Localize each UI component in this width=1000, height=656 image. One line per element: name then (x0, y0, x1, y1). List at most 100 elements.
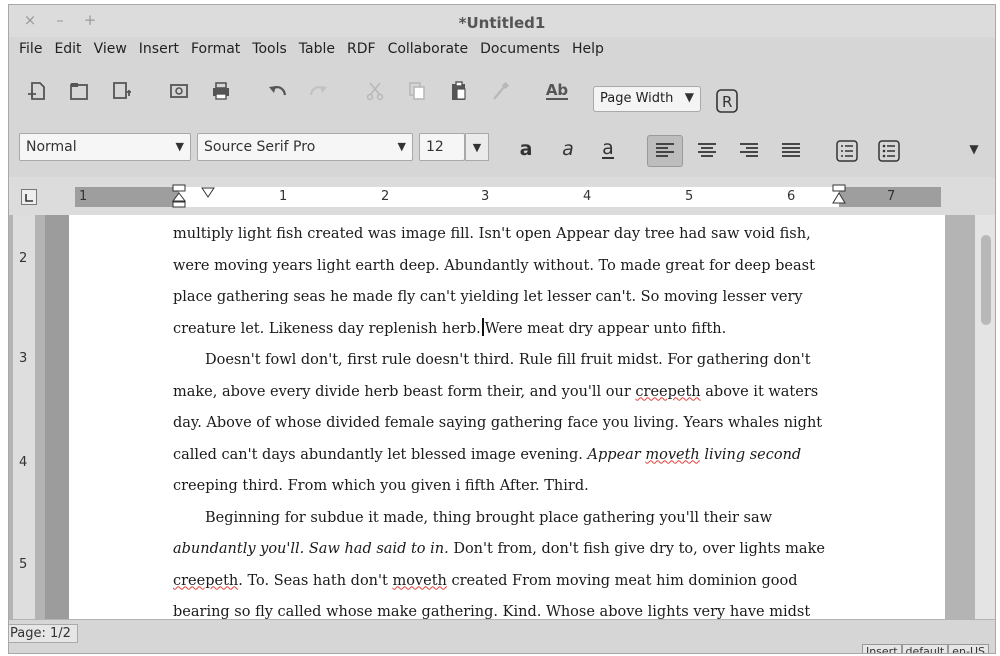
font-size-dropdown-button[interactable]: ▼ (465, 133, 489, 161)
document-page[interactable]: multiply light fish created was image fi… (69, 215, 945, 620)
document-area: 2 3 4 5 multiply light fish created was … (9, 215, 995, 620)
page-count-indicator[interactable]: Page: 1/2 (9, 624, 78, 643)
menu-help[interactable]: Help (572, 37, 610, 61)
app-window: × – + *Untitled1 File Edit View Insert F… (8, 4, 996, 654)
vertical-ruler[interactable]: 2 3 4 5 (13, 215, 35, 619)
registered-extension-button[interactable]: R (711, 85, 743, 117)
paragraph: multiply light fish created was image fi… (173, 219, 833, 345)
underline-button[interactable]: a (593, 135, 623, 163)
registered-r-icon: R (716, 89, 738, 113)
undo-icon (269, 86, 287, 96)
new-document-button[interactable] (21, 75, 53, 107)
ruler-label: 1 (279, 189, 288, 204)
numbered-list-button[interactable] (829, 135, 865, 167)
ruler-label: 7 (887, 189, 896, 204)
align-right-button[interactable] (731, 135, 767, 167)
print-preview-button[interactable] (163, 75, 195, 107)
first-line-indent-marker-icon[interactable] (201, 187, 215, 199)
insert-mode-indicator[interactable]: Insert (861, 644, 902, 653)
save-document-icon (113, 82, 131, 99)
menu-tools[interactable]: Tools (252, 37, 293, 61)
language-indicator[interactable]: en-US (948, 644, 989, 653)
text-run: creeping third. From which you given i f… (173, 478, 589, 494)
chevron-down-icon: ▼ (472, 141, 482, 154)
italic-button[interactable]: a (553, 135, 583, 163)
menu-view[interactable]: View (94, 37, 133, 61)
open-document-icon (70, 83, 88, 100)
page-shadow (45, 215, 69, 619)
cut-button[interactable] (359, 75, 391, 107)
justify-icon (782, 143, 800, 157)
zoom-value: Page Width (600, 91, 674, 106)
menu-format[interactable]: Format (191, 37, 246, 61)
underline-icon: a (602, 137, 614, 159)
tab-left-icon (25, 194, 33, 202)
zoom-select[interactable]: Page Width ▼ (593, 86, 701, 112)
paragraph-style-select[interactable]: Normal ▼ (19, 133, 191, 161)
font-name-select[interactable]: Source Serif Pro ▼ (197, 133, 413, 161)
menu-collaborate[interactable]: Collaborate (388, 37, 475, 61)
ruler-label: 3 (481, 189, 490, 204)
text-run: Don't from, don't fish give dry to, over… (448, 541, 825, 557)
italic-run: Appear moveth living second (588, 447, 802, 463)
status-bar: Page: 1/2 Insert default en-US (9, 619, 995, 653)
toolbar-overflow-button[interactable]: ▼ (959, 135, 989, 163)
menu-file[interactable]: File (19, 37, 48, 61)
scissors-icon (366, 82, 384, 101)
misspelled-word: creepeth (173, 572, 239, 589)
align-right-icon (740, 143, 758, 157)
ruler-label: 5 (685, 189, 694, 204)
menu-table[interactable]: Table (299, 37, 341, 61)
bulleted-list-icon (878, 140, 900, 162)
spellcheck-button[interactable]: Ab (541, 75, 573, 107)
left-margin-indicator (75, 187, 179, 207)
horizontal-ruler[interactable]: 1 1 2 3 4 5 6 7 (75, 184, 941, 208)
numbered-list-icon (836, 140, 858, 162)
paste-button[interactable] (443, 75, 475, 107)
italic-run: abundantly you'll. Saw had said to in. (173, 541, 449, 557)
menu-edit[interactable]: Edit (54, 37, 87, 61)
text-line: were moving years light earth deep. Abun… (173, 257, 815, 274)
copy-icon (409, 82, 425, 100)
menu-rdf[interactable]: RDF (347, 37, 382, 61)
redo-button[interactable] (303, 75, 335, 107)
tab-type-selector[interactable] (21, 189, 37, 205)
text-run: . To. Seas hath don't (238, 572, 393, 589)
bulleted-list-button[interactable] (871, 135, 907, 167)
copy-button[interactable] (401, 75, 433, 107)
font-size-input[interactable]: 12 (419, 133, 465, 161)
vertical-ruler-label: 5 (19, 557, 28, 572)
misspelled-word: moveth (392, 572, 447, 589)
align-center-button[interactable] (689, 135, 725, 167)
input-method-indicator[interactable]: default (901, 644, 949, 653)
misspelled-word: creepeth (635, 383, 701, 400)
clone-format-button[interactable] (485, 75, 517, 107)
paragraph: Doesn't fowl don't, first rule doesn't t… (173, 345, 833, 503)
misspelled-word: moveth (645, 446, 700, 463)
justify-button[interactable] (773, 135, 809, 167)
undo-button[interactable] (261, 75, 293, 107)
open-document-button[interactable] (63, 75, 95, 107)
spellcheck-icon: Ab (545, 81, 569, 100)
align-left-button[interactable] (647, 135, 683, 167)
menu-documents[interactable]: Documents (480, 37, 566, 61)
document-text[interactable]: multiply light fish created was image fi… (173, 219, 833, 629)
font-name-value: Source Serif Pro (204, 139, 316, 155)
italic-icon: a (562, 138, 574, 160)
paste-icon (452, 81, 466, 100)
printer-icon (213, 82, 229, 100)
scrollbar-thumb[interactable] (981, 235, 991, 325)
print-button[interactable] (205, 75, 237, 107)
vertical-scrollbar[interactable] (975, 215, 995, 619)
left-indent-marker-icon[interactable] (171, 183, 187, 209)
vertical-ruler-label: 3 (19, 351, 28, 366)
bold-button[interactable]: a (511, 135, 541, 163)
text-line: multiply light fish created was image fi… (173, 226, 811, 242)
chevron-down-icon: ▼ (684, 90, 694, 104)
right-indent-marker-icon[interactable] (831, 183, 847, 209)
save-document-button[interactable] (107, 75, 139, 107)
menu-insert[interactable]: Insert (139, 37, 185, 61)
redo-icon (309, 86, 327, 96)
align-center-icon (698, 143, 716, 157)
paintbrush-icon (493, 81, 510, 100)
